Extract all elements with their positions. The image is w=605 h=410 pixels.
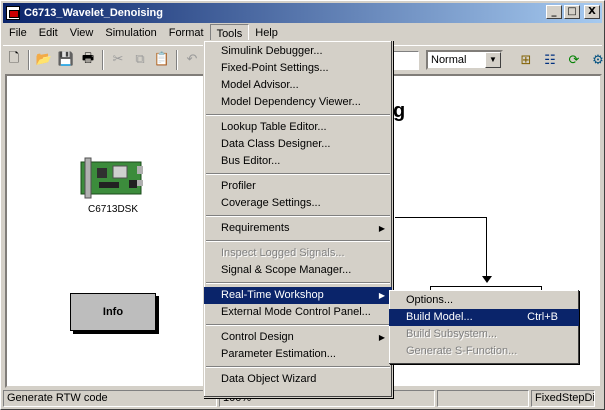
submenu-arrow-icon: ▶ <box>378 333 385 342</box>
menu-item-build-subsystem: Build Subsystem... <box>406 328 498 340</box>
minimize-button[interactable]: _ <box>546 5 562 19</box>
submenu-arrow-icon: ▶ <box>378 224 385 233</box>
menu-separator <box>206 114 390 116</box>
menu-separator <box>206 173 390 175</box>
signal-arrow <box>482 276 492 283</box>
menu-item-label: Requirements <box>221 222 290 234</box>
copy-icon[interactable]: ⧉ <box>129 49 151 71</box>
menu-item-coverage-settings[interactable]: Coverage Settings... <box>204 195 392 212</box>
menu-item-shortcut: Ctrl+B <box>527 311 558 323</box>
menu-item-label: Control Design <box>221 331 294 343</box>
close-button[interactable]: X <box>584 5 600 19</box>
signal-line[interactable] <box>486 217 487 279</box>
paste-icon[interactable]: 📋 <box>151 49 173 71</box>
menu-item-requirements[interactable]: Requirements ▶ <box>204 220 392 237</box>
simulation-mode-select[interactable]: Normal ▼ <box>426 50 503 70</box>
menu-item-profiler[interactable]: Profiler <box>204 178 392 195</box>
menu-item-parameter-estimation[interactable]: Parameter Estimation... <box>204 346 392 363</box>
title-bar[interactable]: C6713_Wavelet_Denoising _ □ X <box>3 3 602 23</box>
status-empty-panel <box>437 390 529 407</box>
signal-line[interactable] <box>395 217 487 218</box>
new-icon[interactable]: 🗋 <box>3 49 25 71</box>
submenu-arrow-icon: ▶ <box>378 291 385 300</box>
menu-item-data-class-designer[interactable]: Data Class Designer... <box>204 136 392 153</box>
open-icon[interactable]: 📂 <box>33 49 55 71</box>
library-browser-icon[interactable]: ⊞ <box>515 49 537 71</box>
menu-item-simulink-debugger[interactable]: Simulink Debugger... <box>204 43 392 60</box>
menu-item-signal-scope-manager[interactable]: Signal & Scope Manager... <box>204 262 392 279</box>
toolbar-separator <box>102 49 104 70</box>
menu-item-label: Real-Time Workshop <box>221 289 324 301</box>
cut-icon[interactable]: ✂ <box>107 49 129 71</box>
model-explorer-icon[interactable]: ☷ <box>539 49 561 71</box>
toolbar-separator <box>176 49 178 70</box>
simulink-app-icon[interactable] <box>6 6 20 20</box>
c6713dsk-board-icon[interactable] <box>79 156 145 200</box>
print-icon[interactable]: 🖶 <box>77 49 99 71</box>
menu-edit[interactable]: Edit <box>33 24 64 42</box>
model-title-annotation: g <box>393 100 406 122</box>
menu-separator <box>206 240 390 242</box>
maximize-button[interactable]: □ <box>564 5 580 19</box>
refresh-icon[interactable]: ⟳ <box>563 49 585 71</box>
menu-separator <box>206 366 390 368</box>
menu-separator <box>206 282 390 284</box>
undo-icon[interactable]: ↶ <box>181 49 203 71</box>
menu-item-external-mode-control-panel[interactable]: External Mode Control Panel... <box>204 304 392 321</box>
real-time-workshop-submenu: Options... Build Model... Ctrl+B Build S… <box>389 290 579 364</box>
status-message: Generate RTW code <box>3 390 217 407</box>
menu-item-inspect-logged-signals: Inspect Logged Signals... <box>221 247 345 259</box>
window-title: C6713_Wavelet_Denoising <box>24 7 163 19</box>
info-block[interactable]: Info <box>70 293 156 331</box>
menu-item-data-object-wizard[interactable]: Data Object Wizard <box>204 371 392 388</box>
menu-item-generate-s-function: Generate S-Function... <box>406 345 518 357</box>
menu-separator <box>206 215 390 217</box>
menu-item-model-advisor[interactable]: Model Advisor... <box>204 77 392 94</box>
menu-file[interactable]: File <box>3 24 33 42</box>
menu-item-model-dependency-viewer[interactable]: Model Dependency Viewer... <box>204 94 392 111</box>
menu-view[interactable]: View <box>64 24 100 42</box>
menu-item-control-design[interactable]: Control Design ▶ <box>204 329 392 346</box>
debug-icon[interactable]: ⚙ <box>587 49 605 71</box>
menu-item-label: Build Model... <box>406 311 473 323</box>
menu-separator <box>206 324 390 326</box>
menu-item-bus-editor[interactable]: Bus Editor... <box>204 153 392 170</box>
menu-item-build-model[interactable]: Build Model... Ctrl+B <box>389 309 579 326</box>
chevron-down-icon[interactable]: ▼ <box>485 52 501 68</box>
menu-item-fixed-point-settings[interactable]: Fixed-Point Settings... <box>204 60 392 77</box>
solver-name: FixedStepDiscrete <box>531 390 595 407</box>
c6713dsk-label: C6713DSK <box>87 204 139 215</box>
save-icon[interactable]: 💾 <box>55 49 77 71</box>
menu-item-real-time-workshop[interactable]: Real-Time Workshop ▶ <box>204 287 392 304</box>
menu-item-lookup-table-editor[interactable]: Lookup Table Editor... <box>204 119 392 136</box>
menu-simulation[interactable]: Simulation <box>99 24 162 42</box>
toolbar-separator <box>28 49 30 70</box>
simulation-mode-value: Normal <box>431 54 467 66</box>
menu-item-options[interactable]: Options... <box>389 292 579 309</box>
tools-menu: Simulink Debugger... Fixed-Point Setting… <box>203 40 393 398</box>
